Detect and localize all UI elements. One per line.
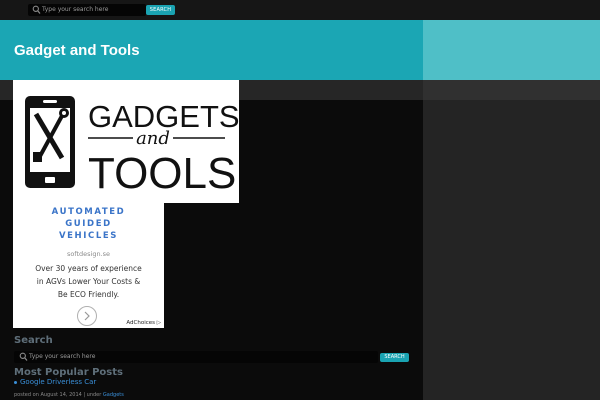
nav-bar-right — [423, 80, 600, 100]
post-meta-text: posted on August 14, 2014 | under — [14, 392, 102, 398]
chevron-right-icon — [84, 311, 90, 321]
adchoices-link[interactable]: AdChoices ▷ — [126, 320, 161, 326]
logo-graphic: GADGETS and TOOLS — [25, 96, 240, 198]
ad-headline-line-1: AUTOMATED — [51, 207, 126, 217]
search-input[interactable]: Type your search here — [14, 351, 378, 363]
site-header-accent — [423, 20, 600, 80]
search-button[interactable]: SEARCH — [380, 353, 409, 362]
phone-tools-icon — [25, 96, 75, 188]
advertisement[interactable]: AUTOMATED GUIDED VEHICLES softdesign.se … — [13, 203, 164, 328]
site-logo[interactable]: GADGETS and TOOLS — [13, 80, 240, 203]
logo-text-and: and — [136, 128, 170, 149]
ad-headline-line-2: GUIDED — [65, 219, 112, 229]
popular-post-link[interactable]: Google Driverless Car — [20, 378, 96, 386]
adchoices-label: AdChoices — [126, 320, 156, 326]
adchoices-icon: ▷ — [156, 320, 161, 326]
ad-body-line-1: Over 30 years of experience — [35, 264, 142, 273]
search-icon — [19, 352, 28, 361]
search-icon — [32, 5, 41, 14]
site-title[interactable]: Gadget and Tools — [14, 42, 140, 60]
search-placeholder: Type your search here — [29, 353, 96, 360]
logo-text-tools: TOOLS — [88, 149, 236, 198]
ad-body-line-2: in AGVs Lower Your Costs & — [36, 277, 141, 286]
post-category-link[interactable]: Gadgets — [103, 392, 124, 398]
popular-posts-title: Most Popular Posts — [14, 367, 123, 378]
ad-next-button[interactable] — [77, 306, 97, 326]
popular-post-meta: posted on August 14, 2014 | under Gadget… — [14, 392, 124, 398]
top-search-input[interactable]: Type your search here — [28, 4, 146, 16]
top-search-placeholder: Type your search here — [42, 6, 109, 13]
list-bullet — [14, 381, 17, 384]
ad-headline-line-3: VEHICLES — [58, 231, 119, 241]
ad-domain: softdesign.se — [66, 250, 111, 258]
ad-body-line-3: Be ECO Friendly. — [57, 290, 120, 299]
search-widget-title: Search — [14, 335, 53, 346]
sidebar — [423, 100, 600, 400]
top-search-button[interactable]: SEARCH — [146, 5, 175, 15]
